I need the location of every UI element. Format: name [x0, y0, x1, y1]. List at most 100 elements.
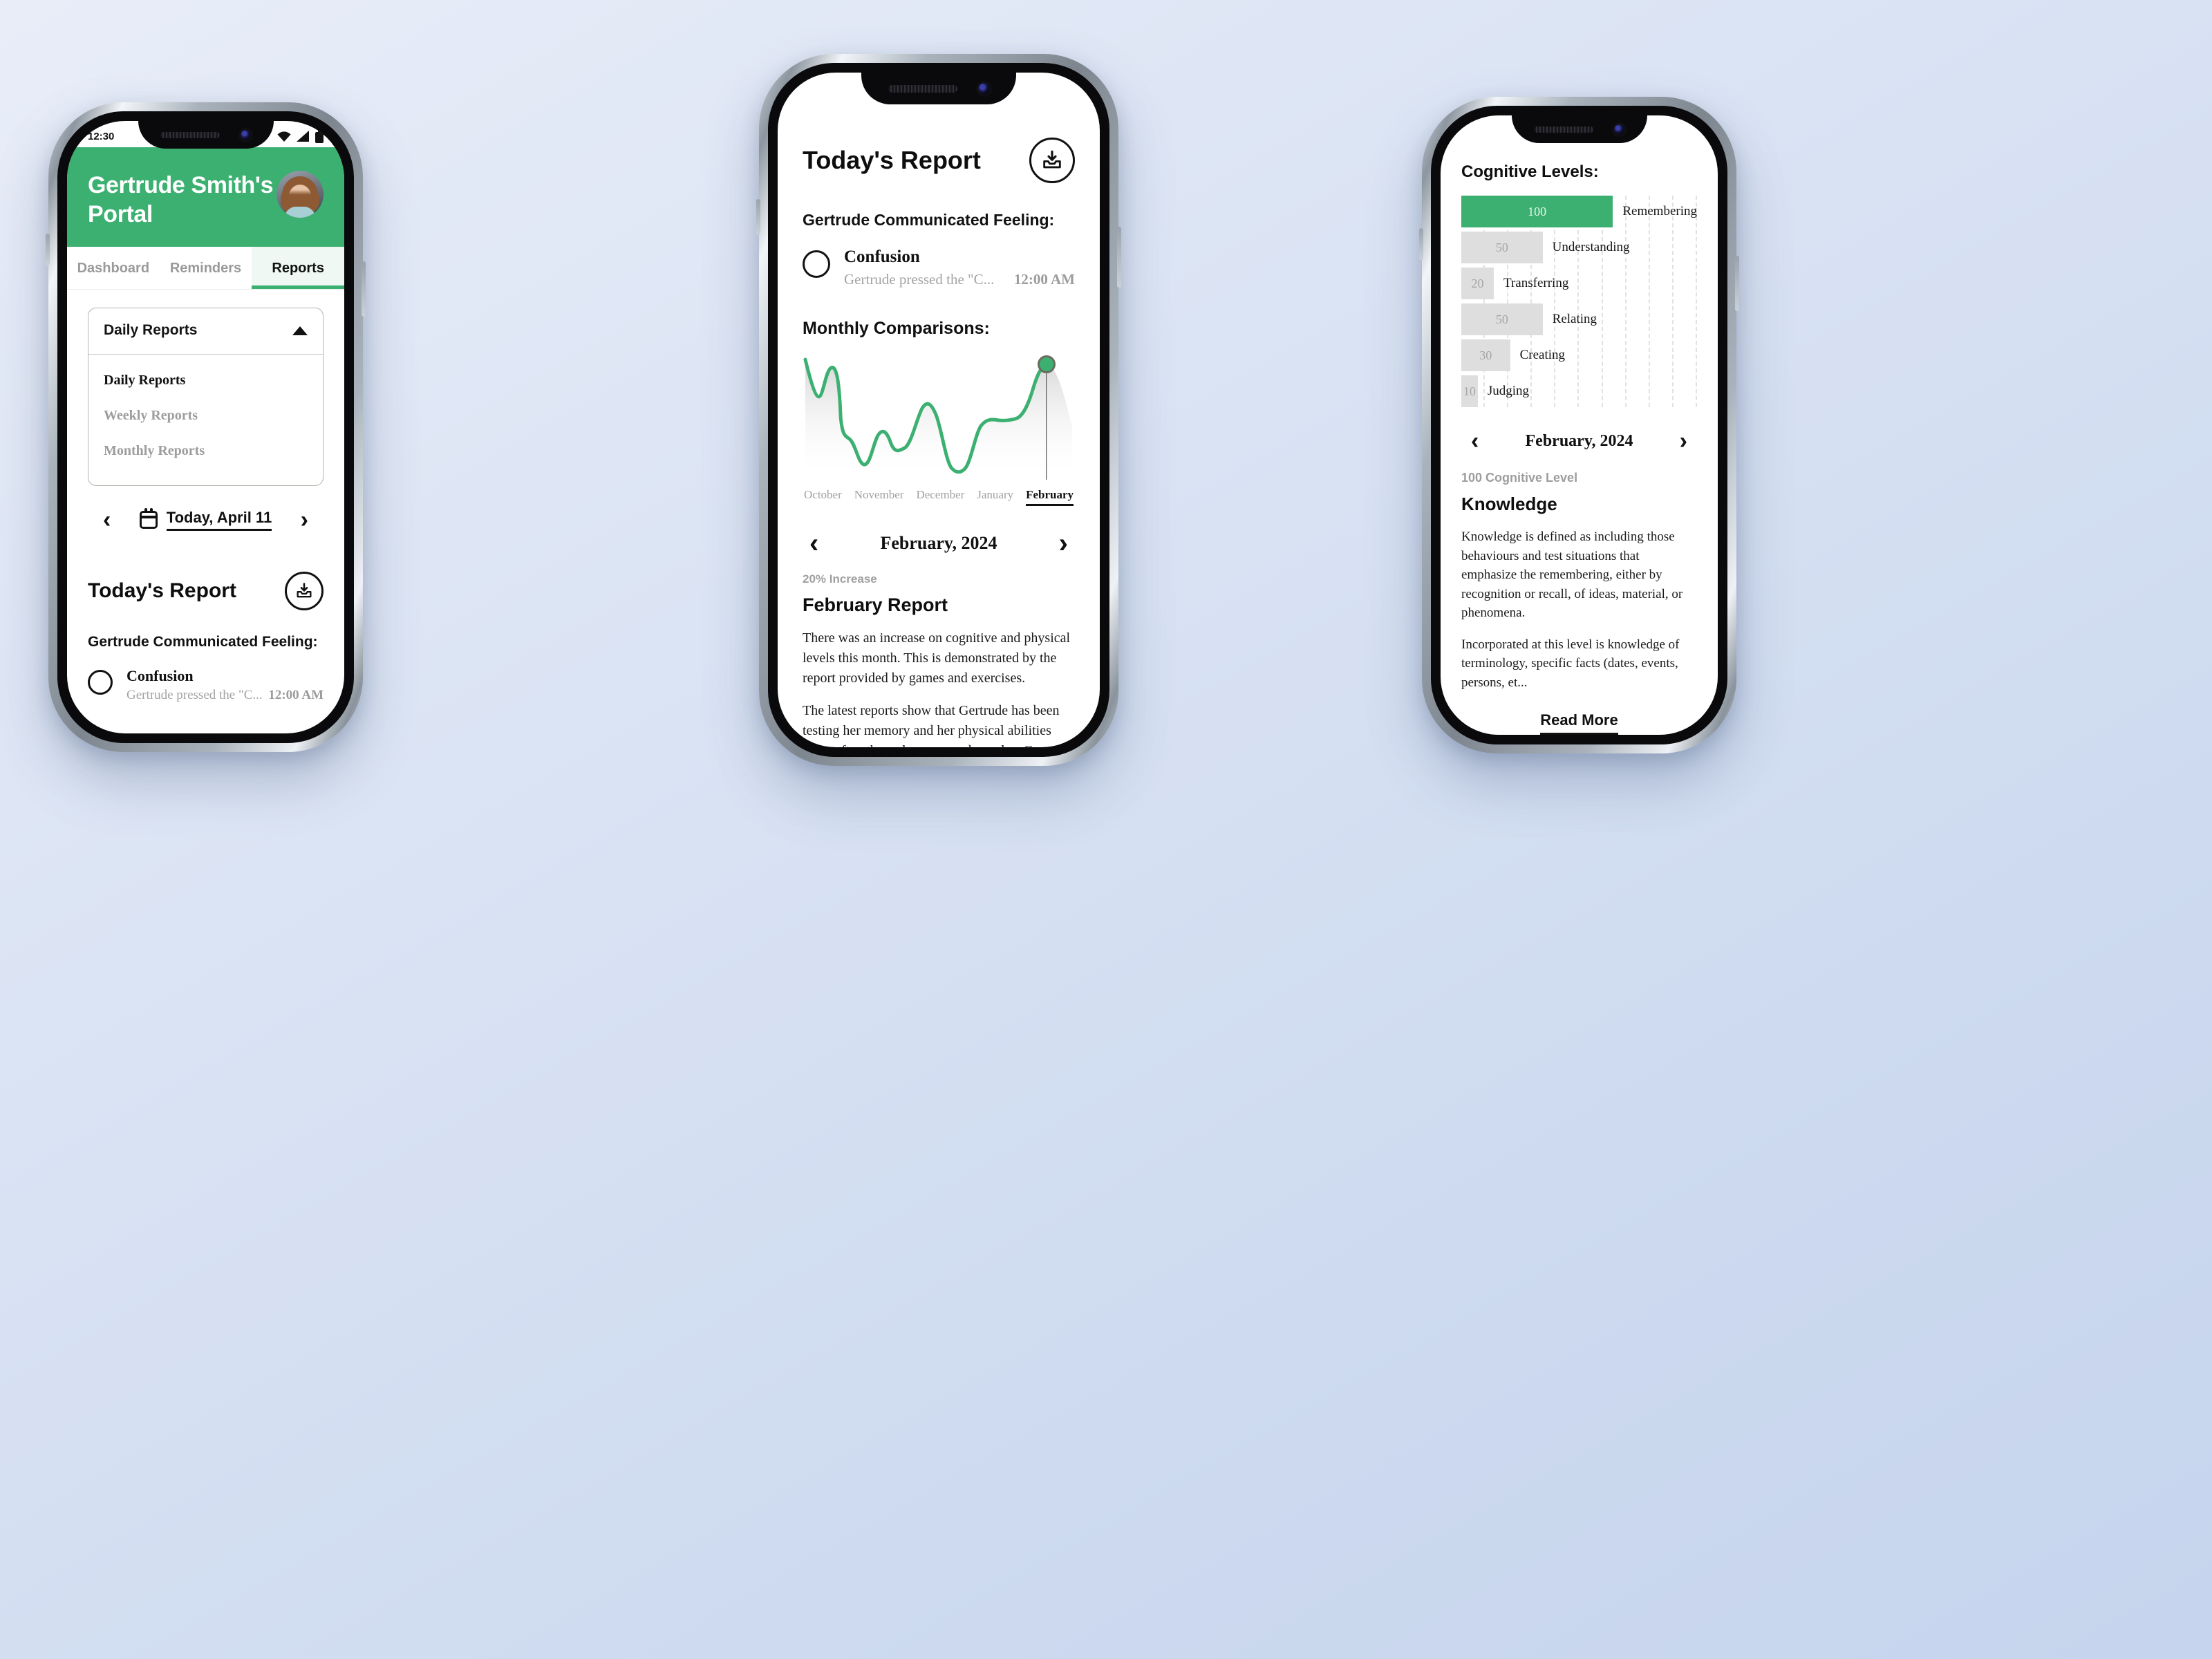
- feeling-radio[interactable]: [803, 250, 830, 278]
- bar-value-understanding: 50: [1495, 240, 1508, 254]
- month-prev-button[interactable]: ‹: [1471, 429, 1479, 453]
- avatar-shirt: [285, 207, 315, 218]
- phone1-volume-button[interactable]: [46, 234, 50, 265]
- chart-x-axis-labels: October November December January Februa…: [803, 488, 1075, 506]
- todays-report-title: Today's Report: [88, 579, 236, 603]
- cognitive-bar-understanding: 50 Understanding: [1461, 232, 1697, 263]
- phone3-screen: Cognitive Levels: 100 Remembering 50 Und…: [1441, 115, 1718, 735]
- bar-fill-relating: 50: [1461, 303, 1543, 335]
- bar-label-creating: Creating: [1519, 348, 1566, 362]
- feeling-label: Gertrude Communicated Feeling:: [803, 211, 1055, 229]
- speaker-grille-icon: [160, 131, 220, 138]
- bar-value-creating: 30: [1479, 348, 1492, 362]
- download-report-icon[interactable]: [285, 572, 324, 611]
- feeling-entry: Confusion Gertrude pressed the "C... 12:…: [803, 247, 1075, 288]
- phone1-power-button[interactable]: [362, 261, 366, 317]
- month-next-button[interactable]: ›: [1059, 529, 1068, 557]
- report-type-select[interactable]: Daily Reports Daily Reports Weekly Repor…: [88, 308, 324, 487]
- option-weekly-reports[interactable]: Weekly Reports: [88, 398, 323, 433]
- tab-reminders[interactable]: Reminders: [160, 247, 252, 289]
- phone-device-2: Today's Report Gertrude Communicated Fee…: [756, 54, 1121, 766]
- option-monthly-reports[interactable]: Monthly Reports: [88, 433, 323, 469]
- bar-fill-remembering: 100: [1461, 196, 1613, 227]
- feeling-entry: Confusion Gertrude pressed the "C... 12:…: [88, 667, 324, 703]
- download-glyph: [1043, 150, 1061, 169]
- date-prev-button[interactable]: ‹: [103, 508, 111, 532]
- bar-label-understanding: Understanding: [1552, 240, 1630, 254]
- tab-bar: Dashboard Reminders Reports: [67, 247, 344, 290]
- monthly-comparisons-chart: [803, 351, 1075, 482]
- phone3-notch: [1511, 115, 1647, 143]
- todays-report-title: Today's Report: [803, 146, 981, 174]
- avatar[interactable]: [276, 171, 324, 218]
- cognitive-levels-chart: 100 Remembering 50 Understanding 20 Tran…: [1461, 196, 1697, 407]
- phone2-content: Today's Report Gertrude Communicated Fee…: [778, 73, 1100, 747]
- speaker-grille-icon: [1534, 126, 1593, 133]
- chart-tick-february: February: [1026, 488, 1074, 506]
- speaker-grille-icon: [888, 84, 957, 93]
- chart-tick-october: October: [804, 488, 842, 501]
- read-more-button[interactable]: Read More: [1461, 711, 1697, 735]
- chevron-up-icon: [292, 326, 308, 335]
- bar-label-transferring: Transferring: [1503, 276, 1569, 290]
- option-weekly-reports-label: Weekly Reports: [104, 408, 198, 424]
- tab-dashboard-label: Dashboard: [77, 261, 150, 276]
- month-report-title: February Report: [803, 594, 948, 615]
- phone1-screen: 12:30 Gertrude Smith's Portal Dashboard: [67, 121, 344, 733]
- cognitive-bar-relating: 50 Relating: [1461, 303, 1697, 335]
- monthly-comparisons-label: Monthly Comparisons:: [803, 319, 990, 338]
- bar-fill-understanding: 50: [1461, 232, 1543, 263]
- tab-reports[interactable]: Reports: [252, 247, 344, 290]
- phone1-notch: [138, 121, 274, 149]
- month-prev-button[interactable]: ‹: [809, 529, 818, 557]
- feeling-radio[interactable]: [88, 670, 113, 695]
- phone-device-3: Cognitive Levels: 100 Remembering 50 Und…: [1419, 97, 1739, 753]
- page-title: Gertrude Smith's Portal: [88, 172, 274, 228]
- tab-reports-label: Reports: [272, 261, 324, 276]
- bar-label-remembering: Remembering: [1622, 204, 1697, 218]
- phone1-content: Daily Reports Daily Reports Weekly Repor…: [67, 290, 344, 733]
- month-navigator: ‹ February, 2024 ›: [1461, 411, 1697, 453]
- month-next-button[interactable]: ›: [1680, 429, 1687, 453]
- feeling-name: Confusion: [844, 247, 920, 266]
- signal-icon: [297, 130, 309, 142]
- date-next-button[interactable]: ›: [301, 508, 308, 532]
- status-icons: [276, 129, 324, 143]
- bar-value-relating: 50: [1495, 312, 1508, 326]
- month-report-paragraph-1: There was an increase on cognitive and p…: [803, 630, 1071, 686]
- cognitive-levels-label: Cognitive Levels:: [1461, 162, 1599, 181]
- feeling-time: 12:00 AM: [268, 688, 324, 703]
- bar-fill-judging: 10: [1461, 375, 1478, 407]
- increase-badge: 20% Increase: [803, 572, 877, 585]
- download-report-icon[interactable]: [1029, 138, 1075, 183]
- cognitive-bar-transferring: 20 Transferring: [1461, 268, 1697, 299]
- date-navigator: ‹ Today, April 11 ›: [88, 486, 324, 536]
- option-daily-reports-label: Daily Reports: [104, 373, 186, 388]
- tab-reminders-label: Reminders: [169, 261, 242, 276]
- cognitive-paragraph-2: Incorporated at this level is knowledge …: [1461, 637, 1680, 690]
- phone2-power-button[interactable]: [1117, 227, 1121, 288]
- month-navigator: ‹ February, 2024 ›: [803, 506, 1075, 557]
- phone2-volume-button[interactable]: [756, 199, 760, 235]
- todays-report-header: Today's Report: [88, 572, 324, 611]
- date-current[interactable]: Today, April 11: [139, 508, 272, 532]
- report-type-select-trigger[interactable]: Daily Reports: [88, 308, 323, 355]
- phone3-content: Cognitive Levels: 100 Remembering 50 Und…: [1441, 115, 1718, 735]
- date-label: Today, April 11: [166, 509, 272, 532]
- cognitive-level-caption: 100 Cognitive Level: [1461, 471, 1578, 485]
- battery-icon: [315, 129, 324, 143]
- front-camera-icon: [241, 129, 251, 140]
- todays-report-header: Today's Report: [803, 138, 1075, 183]
- option-daily-reports[interactable]: Daily Reports: [88, 363, 323, 398]
- phone3-volume-button[interactable]: [1419, 228, 1423, 260]
- month-label: February, 2024: [880, 533, 997, 553]
- monthly-comparisons-cutoff: Monthly Comparisons:: [88, 731, 324, 733]
- tab-dashboard[interactable]: Dashboard: [67, 247, 160, 289]
- option-monthly-reports-label: Monthly Reports: [104, 443, 205, 459]
- phone2-screen: Today's Report Gertrude Communicated Fee…: [778, 73, 1100, 747]
- chart-tick-january: January: [977, 488, 1014, 501]
- cognitive-paragraph-1: Knowledge is defined as including those …: [1461, 529, 1683, 621]
- phone3-power-button[interactable]: [1735, 256, 1739, 311]
- feeling-sub: Gertrude pressed the "C...: [844, 271, 995, 288]
- cognitive-bar-remembering: 100 Remembering: [1461, 196, 1697, 227]
